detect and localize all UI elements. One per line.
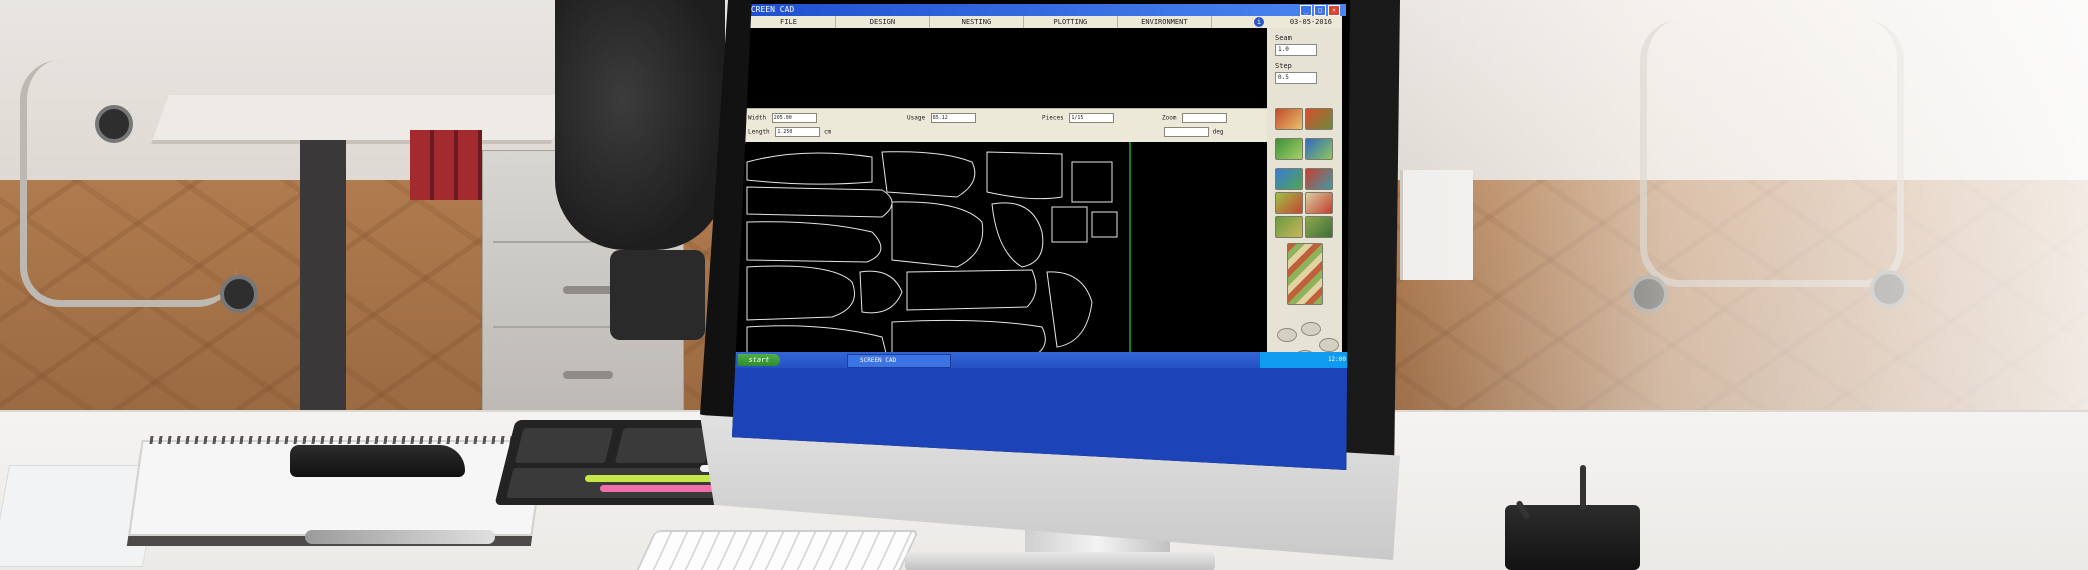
- param-pieces-label: Pieces: [1042, 114, 1064, 122]
- angle-unit-label: deg: [1212, 128, 1224, 136]
- maximize-icon[interactable]: □: [1314, 5, 1326, 16]
- unit-label: cm: [823, 128, 832, 136]
- drawer-handle: [563, 286, 613, 294]
- param-angle-field[interactable]: [1164, 127, 1209, 137]
- info-icon[interactable]: i: [1254, 17, 1264, 27]
- param-angle: deg: [1162, 127, 1223, 137]
- parameter-bar: Width 205.00 Length 1.250 cm Usage 85.12…: [742, 108, 1267, 144]
- nav-button[interactable]: [1301, 322, 1321, 336]
- taskbar-clock: 12:00: [1327, 356, 1346, 363]
- param-length-label: Length: [748, 128, 770, 136]
- nesting-layout: [746, 142, 1131, 367]
- pattern-tool-icon[interactable]: [1275, 168, 1303, 190]
- notebook-spiral: [149, 436, 521, 444]
- param-width-label: Width: [748, 114, 767, 122]
- monitor-screen: SCREEN CAD _ □ × FILE DESIGN NESTING PLO…: [732, 0, 1350, 470]
- cabinet-drawer: [493, 331, 673, 413]
- pattern-piece: [859, 270, 903, 314]
- pattern-piece: [1046, 271, 1093, 348]
- step-input[interactable]: 0.5: [1275, 72, 1317, 84]
- param-width: Width 205.00: [748, 113, 817, 123]
- pattern-piece: [1091, 211, 1118, 238]
- monitor-foot: [905, 552, 1215, 570]
- window-title: SCREEN CAD: [746, 5, 795, 14]
- preview-canvas[interactable]: [742, 28, 1267, 108]
- back-desk: [151, 95, 569, 144]
- office-chair-base: [610, 250, 705, 340]
- system-tray: 12:00: [1260, 352, 1350, 368]
- pattern-tool-icon[interactable]: [1305, 192, 1333, 214]
- pattern-library-icon[interactable]: [1287, 243, 1323, 305]
- pattern-piece: [906, 269, 1037, 311]
- pattern-piece: [1071, 161, 1113, 203]
- menu-environment[interactable]: ENVIRONMENT: [1118, 16, 1212, 28]
- param-usage-label: Usage: [907, 114, 926, 122]
- pattern-tool-icon[interactable]: [1275, 216, 1303, 238]
- param-zoom-field[interactable]: [1182, 113, 1228, 123]
- scissors-icon: [305, 530, 495, 544]
- office-photo: SCREEN CAD _ □ × FILE DESIGN NESTING PLO…: [0, 0, 2088, 570]
- start-button[interactable]: start: [738, 354, 780, 366]
- menu-design[interactable]: DESIGN: [836, 16, 930, 28]
- window-controls: _ □ ×: [1300, 5, 1340, 16]
- keyboard: [634, 530, 920, 570]
- rack-wheel: [95, 105, 133, 143]
- step-label: Step: [1275, 62, 1292, 70]
- window-titlebar: SCREEN CAD _ □ ×: [742, 4, 1346, 16]
- taskbar: start SCREEN CAD 12:00: [732, 352, 1350, 368]
- menu-nesting[interactable]: NESTING: [930, 16, 1024, 28]
- pattern-piece: [746, 265, 855, 321]
- pattern-tool-icon[interactable]: [1275, 108, 1303, 130]
- stapler: [290, 445, 465, 477]
- pattern-tool-icon[interactable]: [1305, 138, 1333, 160]
- pattern-tool-icon[interactable]: [1305, 168, 1333, 190]
- param-usage-field[interactable]: 85.12: [930, 113, 976, 123]
- pattern-piece: [881, 151, 976, 198]
- taskbar-item[interactable]: SCREEN CAD: [847, 354, 951, 368]
- desk-leg: [300, 140, 346, 410]
- pattern-piece: [1051, 206, 1088, 243]
- param-length: Length 1.250 cm: [748, 127, 831, 137]
- menu-bar: FILE DESIGN NESTING PLOTTING ENVIRONMENT…: [742, 16, 1342, 28]
- seam-label: Seam: [1275, 34, 1292, 42]
- seam-input[interactable]: 1.0: [1275, 44, 1317, 56]
- step-field: Step 0.5: [1275, 62, 1333, 84]
- param-zoom: Zoom: [1162, 113, 1228, 123]
- close-icon[interactable]: ×: [1328, 5, 1340, 16]
- marker-canvas[interactable]: [742, 142, 1267, 367]
- pen: [1580, 465, 1586, 510]
- pattern-piece: [891, 201, 984, 268]
- pattern-piece: [746, 221, 882, 263]
- organizer-cell: [514, 428, 614, 463]
- pattern-tool-icon[interactable]: [1305, 108, 1333, 130]
- pattern-piece: [746, 186, 893, 218]
- menu-plotting[interactable]: PLOTTING: [1024, 16, 1118, 28]
- date-display: 03-05-2016: [1289, 18, 1332, 26]
- seam-field: Seam 1.0: [1275, 34, 1333, 56]
- param-usage: Usage 85.12: [907, 113, 976, 123]
- nav-button[interactable]: [1319, 338, 1339, 352]
- rack-wheel: [220, 275, 258, 313]
- office-chair: [555, 0, 725, 250]
- nav-button[interactable]: [1277, 328, 1297, 342]
- pattern-tool-icon[interactable]: [1275, 192, 1303, 214]
- param-width-field[interactable]: 205.00: [771, 113, 817, 123]
- drawer-handle: [563, 371, 613, 379]
- param-pieces-field[interactable]: 1/15: [1069, 113, 1115, 123]
- pattern-piece: [986, 151, 1063, 200]
- binders: [410, 130, 482, 200]
- pattern-piece: [746, 152, 873, 185]
- param-length-field[interactable]: 1.250: [775, 127, 821, 137]
- pattern-tool-icon[interactable]: [1305, 216, 1333, 238]
- minimize-icon[interactable]: _: [1300, 5, 1312, 16]
- pattern-piece: [991, 202, 1044, 268]
- organizer-cell: [614, 428, 714, 463]
- param-zoom-label: Zoom: [1162, 114, 1177, 122]
- pattern-tool-icon[interactable]: [1275, 138, 1303, 160]
- menu-file[interactable]: FILE: [742, 16, 836, 28]
- param-pieces: Pieces 1/15: [1042, 113, 1115, 123]
